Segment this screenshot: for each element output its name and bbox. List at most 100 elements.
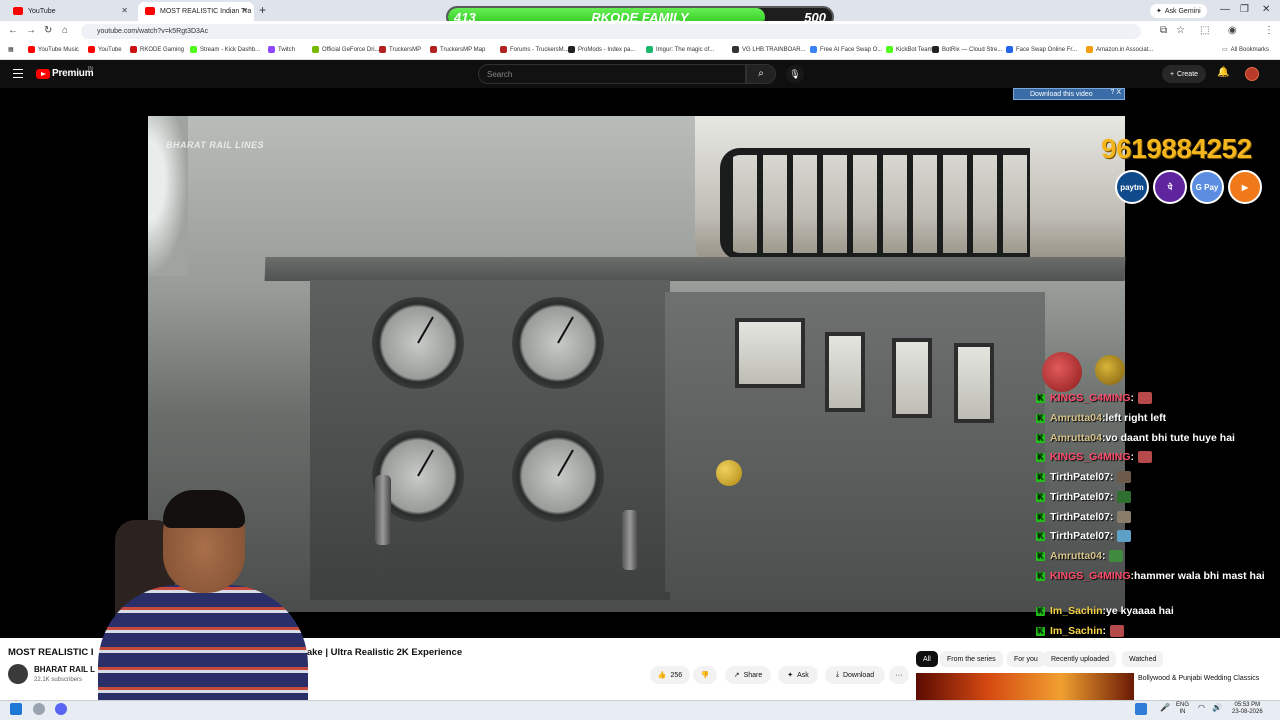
tab-youtube[interactable]: YouTube ✕ <box>6 2 134 21</box>
filter-chip[interactable]: Watched <box>1122 651 1164 667</box>
account-avatar[interactable] <box>1245 67 1259 81</box>
recommended-video-title[interactable]: Bollywood & Punjabi Wedding Classics <box>1138 675 1278 682</box>
download-button[interactable]: ⤓ Download <box>825 666 885 684</box>
mic-tray-icon[interactable]: 🎤 <box>1160 704 1170 712</box>
close-tab-icon[interactable]: ✕ <box>241 6 248 15</box>
bookmark-item[interactable]: Free AI Face Swap O... <box>810 46 882 53</box>
back-icon[interactable]: ← <box>8 25 18 36</box>
start-icon[interactable] <box>10 703 22 715</box>
windows-taskbar <box>0 700 1280 720</box>
dislike-button[interactable]: 👎 <box>693 666 717 684</box>
bookmark-item[interactable]: Face Swap Online Fr... <box>1006 46 1077 53</box>
bookmark-item[interactable]: TruckersMP <box>379 46 421 53</box>
home-icon[interactable]: ⌂ <box>62 25 68 36</box>
bookmark-item[interactable]: YouTube Music <box>28 46 79 53</box>
chat-text: left right left <box>1105 412 1167 424</box>
wifi-icon[interactable]: ◠ <box>1198 704 1205 712</box>
voice-search-button[interactable]: 🎙 <box>786 65 804 83</box>
close-banner-icon[interactable]: ? X <box>1110 89 1121 96</box>
gauge <box>372 297 464 389</box>
payment-app-icon: paytm <box>1115 170 1149 204</box>
ask-button[interactable]: ✦ Ask <box>778 666 818 684</box>
clock[interactable]: 05:53 PM 23-08-2026 <box>1232 702 1263 716</box>
filter-chip[interactable]: For you <box>1007 651 1045 667</box>
chat-username: Amrutta04 <box>1050 550 1102 562</box>
bookmark-item[interactable]: Official GeForce Dri... <box>312 46 380 53</box>
bookmark-favicon-icon <box>379 46 386 53</box>
ask-label: Ask <box>797 671 809 679</box>
ask-gemini-button[interactable]: ✦ Ask Gemini <box>1150 4 1207 18</box>
tab-video[interactable]: MOST REALISTIC Indian Tra ✕ <box>138 2 254 21</box>
like-button[interactable]: 👍 256 <box>650 666 690 684</box>
channel-avatar[interactable] <box>8 664 28 684</box>
close-tab-icon[interactable]: ✕ <box>121 6 128 15</box>
bookmark-item[interactable]: YouTube <box>88 46 122 53</box>
bookmark-favicon-icon <box>430 46 437 53</box>
bookmark-item[interactable]: RKODE Gaming <box>130 46 184 53</box>
search-input[interactable]: Search <box>478 64 746 84</box>
bookmark-item[interactable]: Imgur: The magic of... <box>646 46 714 53</box>
bookmark-item[interactable]: VG LHB TRAINBOAR... <box>732 46 806 53</box>
url-field[interactable]: youtube.com/watch?v=k5Rgt3D3Ac <box>81 24 1141 39</box>
notifications-bell-icon[interactable]: 🔔 <box>1217 67 1229 78</box>
create-button[interactable]: + Create <box>1162 65 1206 83</box>
settings-gear-icon[interactable] <box>33 703 45 715</box>
browser-menu-icon[interactable]: ⋮ <box>1264 25 1274 36</box>
chat-emote-icon <box>1117 491 1132 503</box>
bookmark-item[interactable]: Amazon.in Associat... <box>1086 46 1153 53</box>
all-bookmarks[interactable]: ▭ All Bookmarks <box>1222 46 1270 54</box>
bookmark-favicon-icon <box>646 46 653 53</box>
search-button[interactable]: ⌕ <box>746 64 776 84</box>
bookmark-item[interactable]: TruckersMP Map <box>430 46 485 53</box>
download-video-banner[interactable]: Download this video ? X <box>1013 88 1125 100</box>
tray-app-icon[interactable] <box>1135 703 1147 715</box>
maximize-icon[interactable]: ❐ <box>1240 4 1249 15</box>
language-indicator[interactable]: ENG IN <box>1176 702 1189 716</box>
discord-icon[interactable] <box>55 703 67 715</box>
download-icon: ⤓ <box>835 671 839 678</box>
thumbs-down-icon: 👎 <box>700 672 710 679</box>
bookmark-item[interactable]: ProMods - Index pa... <box>568 46 635 53</box>
forward-icon[interactable]: → <box>26 25 36 36</box>
bookmark-label: Face Swap Online Fr... <box>1016 46 1078 53</box>
chat-username: TirthPatel07 <box>1050 471 1110 483</box>
filter-chip[interactable]: Recently uploaded <box>1044 651 1116 667</box>
create-label: Create <box>1177 70 1199 78</box>
cast-icon[interactable]: ⧉ <box>1160 25 1167 36</box>
subscriber-count: 22.1K subscribers <box>34 677 83 683</box>
youtube-logo-icon[interactable] <box>36 69 50 79</box>
profile-icon[interactable]: ◉ <box>1228 25 1237 36</box>
bookmark-item[interactable]: Stream - Kick Dashb... <box>190 46 260 53</box>
new-tab-button[interactable]: + <box>259 3 266 17</box>
chat-username: TirthPatel07 <box>1050 511 1110 523</box>
channel-name[interactable]: BHARAT RAIL L <box>34 665 95 674</box>
minimize-icon[interactable]: — <box>1220 4 1230 15</box>
bookmark-item[interactable]: BotRix — Cloud Stre... <box>932 46 1002 53</box>
bookmark-label: RKODE Gaming <box>140 46 185 53</box>
bookmark-label: Official GeForce Dri... <box>322 46 380 53</box>
kick-badge-icon <box>1036 626 1045 636</box>
filter-chip[interactable]: From the series <box>940 651 1003 667</box>
more-actions-button[interactable]: ··· <box>889 666 909 684</box>
chat-text: ye kyaaaa hai <box>1106 605 1174 617</box>
kick-badge-icon <box>1036 551 1045 561</box>
kick-badge-icon <box>1036 606 1045 616</box>
gauge-panel <box>310 280 670 600</box>
extensions-icon[interactable]: ⬚ <box>1200 25 1209 36</box>
bookmark-label: YouTube <box>98 46 122 53</box>
close-window-icon[interactable]: ✕ <box>1262 4 1270 15</box>
bookmark-star-icon[interactable]: ☆ <box>1176 25 1185 36</box>
bookmark-item[interactable]: KickBot Team <box>886 46 933 53</box>
chat-message: TirthPatel07 : <box>1036 468 1132 486</box>
menu-icon[interactable] <box>13 69 23 78</box>
payment-app-icon: पे <box>1153 170 1187 204</box>
bookmark-item[interactable]: Forums - TruckersM... <box>500 46 569 53</box>
share-button[interactable]: ↗ Share <box>725 666 771 684</box>
all-bookmarks-label: All Bookmarks <box>1230 46 1270 53</box>
volume-icon[interactable]: 🔊 <box>1212 704 1222 712</box>
reload-icon[interactable]: ↻ <box>44 25 52 36</box>
bookmark-item[interactable]: Twitch <box>268 46 295 53</box>
recommended-video-thumbnail[interactable] <box>916 673 1134 700</box>
apps-grid-icon[interactable]: ▦ <box>8 46 14 53</box>
filter-chip[interactable]: All <box>916 651 938 667</box>
